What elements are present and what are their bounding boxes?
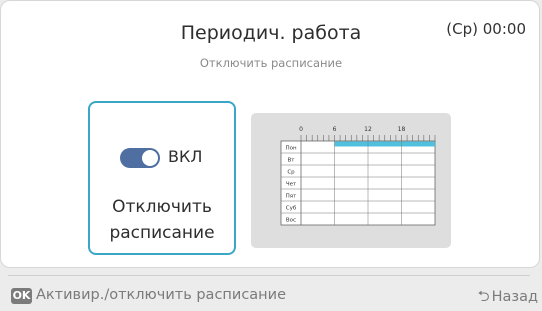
day-label: Чет	[286, 182, 297, 188]
hour-tick-marks	[300, 135, 436, 141]
day-label: Ср	[287, 170, 295, 176]
hour-tick-label: 18	[398, 126, 406, 133]
hour-tick-labels: 0 6 12 18	[299, 126, 405, 133]
footer-hint: Активир./отключить расписание	[36, 287, 287, 303]
toggle-card-label-line1: Отключить	[112, 197, 212, 217]
toggle-card-label-line2: расписание	[109, 223, 215, 243]
hour-tick-label: 0	[299, 126, 303, 133]
back-label: Назад	[491, 289, 538, 305]
schedule-grid-svg: 0 6 12 18 Пон Вт Ср Чет Пят Суб Вос	[280, 126, 436, 226]
toggle-switch[interactable]	[120, 148, 160, 168]
day-time-readout: (Ср) 00:00	[446, 20, 526, 38]
toggle-knob	[142, 150, 158, 166]
return-arrow-icon: ⮌	[477, 287, 490, 305]
day-label: Вос	[286, 218, 296, 224]
page-subtitle: Отключить расписание	[199, 56, 343, 70]
weekly-schedule-preview: 0 6 12 18 Пон Вт Ср Чет Пят Суб Вос	[251, 113, 451, 248]
toggle-card-label: Отключить расписание	[90, 194, 234, 246]
schedule-active-bar	[334, 141, 435, 147]
ok-button-badge: OK	[11, 288, 32, 304]
day-label: Вт	[288, 158, 296, 164]
hour-tick-label: 12	[364, 126, 372, 133]
day-label: Пон	[285, 146, 297, 152]
grid-background	[280, 140, 436, 226]
footer-divider	[8, 275, 530, 276]
toggle-state-label: ВКЛ	[168, 147, 203, 166]
back-button[interactable]: ⮌ Назад	[478, 286, 538, 311]
day-label: Пят	[286, 194, 297, 200]
disable-schedule-toggle-card[interactable]: ВКЛ Отключить расписание	[88, 101, 236, 255]
schedule-grid	[280, 140, 436, 226]
hour-tick-label: 6	[333, 126, 337, 133]
day-label: Суб	[286, 206, 297, 212]
